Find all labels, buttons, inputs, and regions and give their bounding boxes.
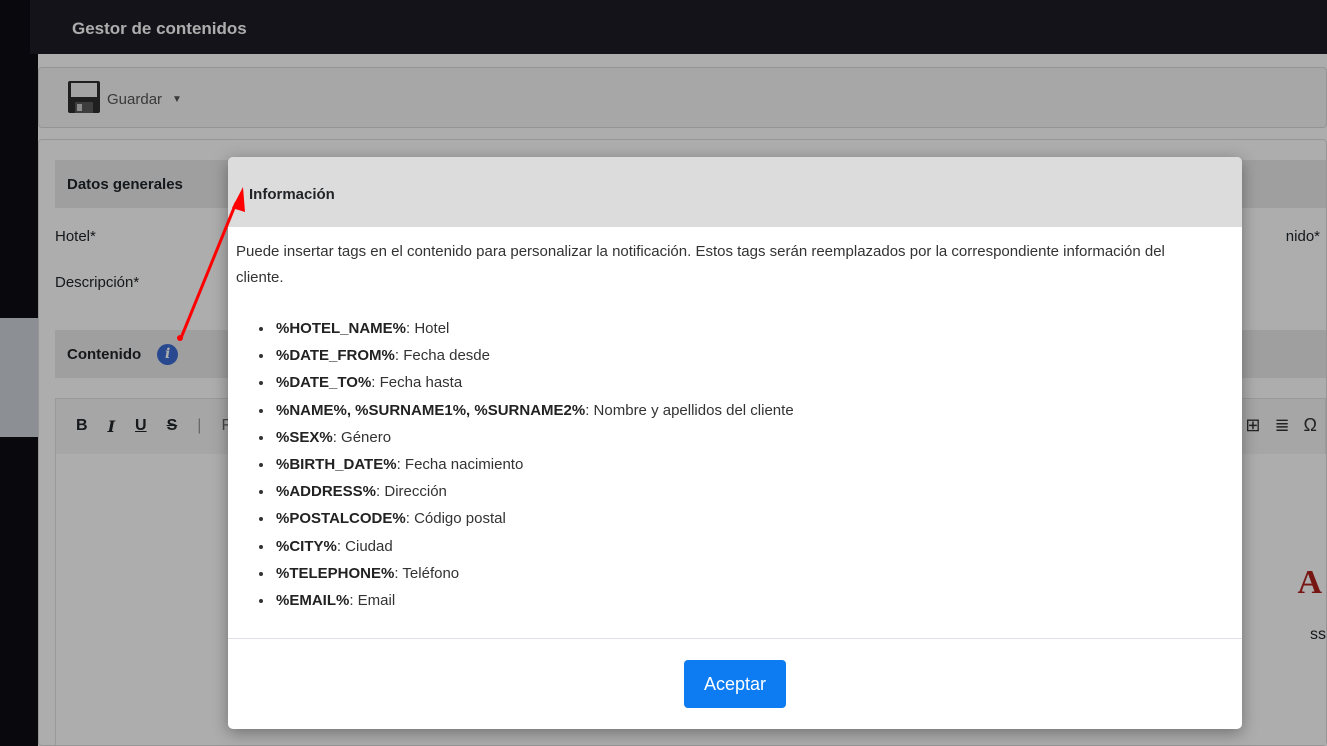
tag-name: %EMAIL% xyxy=(276,592,350,610)
modal-body: Puede insertar tags en el contenido para… xyxy=(228,227,1242,614)
tag-name: %DATE_TO% xyxy=(276,374,372,392)
tag-name: %BIRTH_DATE% xyxy=(276,456,397,474)
tag-description: : Dirección xyxy=(376,483,447,501)
list-item: %EMAIL%: Email xyxy=(274,587,1200,614)
tag-name: %DATE_FROM% xyxy=(276,347,395,365)
tag-name: %TELEPHONE% xyxy=(276,564,395,582)
tag-description: : Hotel xyxy=(406,320,450,337)
modal-title: Información xyxy=(249,186,335,203)
tag-name: %CITY% xyxy=(276,537,337,555)
list-item: %SEX%: Género xyxy=(274,424,1200,451)
modal-intro-text: Puede insertar tags en el contenido para… xyxy=(236,243,1165,286)
tag-name: %POSTALCODE% xyxy=(276,510,406,528)
tag-description: : Nombre y apellidos del cliente xyxy=(585,401,794,419)
tag-description: : Teléfono xyxy=(394,564,460,582)
list-item: %DATE_FROM%: Fecha desde xyxy=(274,342,1200,369)
tag-description: : Email xyxy=(349,592,396,610)
list-item: %POSTALCODE%: Código postal xyxy=(274,505,1200,532)
list-item: %DATE_TO%: Fecha hasta xyxy=(274,369,1200,396)
tag-list: %HOTEL_NAME%: Hotel %DATE_FROM%: Fecha d… xyxy=(236,315,1200,614)
tag-description: : Código postal xyxy=(405,510,506,528)
list-item: %HOTEL_NAME%: Hotel xyxy=(274,315,1200,342)
tag-name: %NAME%, %SURNAME1%, %SURNAME2% xyxy=(276,401,586,419)
tag-name: %HOTEL_NAME% xyxy=(276,320,407,337)
list-item: %CITY%: Ciudad xyxy=(274,533,1200,560)
tag-name: %ADDRESS% xyxy=(276,483,377,501)
list-item: %NAME%, %SURNAME1%, %SURNAME2%: Nombre y… xyxy=(274,397,1200,424)
tag-description: : Fecha desde xyxy=(394,347,490,365)
info-modal: Información Puede insertar tags en el co… xyxy=(228,157,1242,729)
modal-footer: Aceptar xyxy=(228,638,1242,729)
tag-description: : Género xyxy=(332,428,392,446)
tag-description: : Fecha hasta xyxy=(371,374,463,392)
accept-button[interactable]: Aceptar xyxy=(684,660,786,708)
tag-description: : Fecha nacimiento xyxy=(396,456,524,474)
tag-description: : Ciudad xyxy=(336,537,393,555)
modal-header: Información xyxy=(228,157,1242,227)
list-item: %TELEPHONE%: Teléfono xyxy=(274,560,1200,587)
tag-name: %SEX% xyxy=(276,428,333,446)
list-item: %BIRTH_DATE%: Fecha nacimiento xyxy=(274,451,1200,478)
list-item: %ADDRESS%: Dirección xyxy=(274,478,1200,505)
